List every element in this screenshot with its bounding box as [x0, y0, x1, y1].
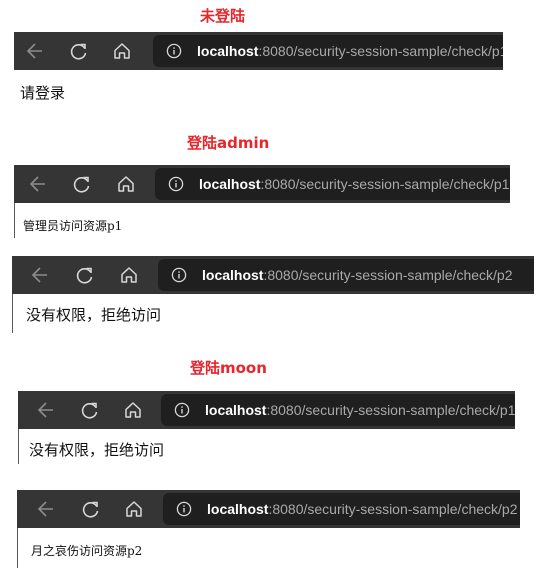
- url-host: localhost: [202, 267, 264, 283]
- page-body-text-5: 月之哀伤访问资源p2: [31, 544, 143, 558]
- page-content-5: 月之哀伤访问资源p2: [17, 528, 520, 568]
- address-url: localhost:8080/security-session-sample/c…: [197, 42, 503, 60]
- browser-toolbar-3: localhost:8080/security-session-sample/c…: [12, 256, 534, 294]
- address-bar[interactable]: localhost:8080/security-session-sample/c…: [155, 168, 510, 200]
- browser-toolbar-1: localhost:8080/security-session-sample/c…: [14, 32, 503, 70]
- browser-toolbar-4: localhost:8080/security-session-sample/c…: [18, 391, 515, 429]
- section-heading-not-logged-in: 未登陆: [200, 7, 246, 25]
- home-icon[interactable]: [123, 499, 145, 519]
- address-url: localhost:8080/security-session-sample/c…: [205, 401, 515, 419]
- section-heading-admin: 登陆admin: [187, 134, 270, 152]
- browser-toolbar-5: localhost:8080/security-session-sample/c…: [17, 490, 520, 528]
- home-icon[interactable]: [118, 265, 140, 285]
- reload-icon[interactable]: [79, 400, 101, 420]
- url-path: :8080/security-session-sample/check/p1: [266, 402, 515, 418]
- url-host: localhost: [199, 176, 261, 192]
- url-host: localhost: [205, 402, 267, 418]
- page-body-text-3: 没有权限，拒绝访问: [26, 306, 162, 324]
- page-body-text-2: 管理员访问资源p1: [23, 219, 123, 233]
- back-arrow-icon[interactable]: [29, 265, 51, 285]
- home-icon[interactable]: [122, 400, 144, 420]
- info-icon[interactable]: [174, 402, 190, 418]
- reload-icon[interactable]: [80, 499, 102, 519]
- page-body-text-4: 没有权限，拒绝访问: [29, 441, 165, 459]
- url-path: :8080/security-session-sample/check/p1: [258, 43, 503, 59]
- page-content-3: 没有权限，拒绝访问: [12, 294, 534, 333]
- back-arrow-icon[interactable]: [24, 41, 46, 61]
- address-bar[interactable]: localhost:8080/security-session-sample/c…: [163, 493, 520, 525]
- info-icon[interactable]: [168, 176, 184, 192]
- address-bar[interactable]: localhost:8080/security-session-sample/c…: [161, 394, 515, 426]
- url-host: localhost: [207, 501, 269, 517]
- reload-icon[interactable]: [71, 174, 93, 194]
- url-path: :8080/security-session-sample/check/p1: [260, 176, 510, 192]
- address-bar[interactable]: localhost:8080/security-session-sample/c…: [153, 35, 503, 67]
- info-icon[interactable]: [171, 267, 187, 283]
- address-bar[interactable]: localhost:8080/security-session-sample/c…: [158, 259, 534, 291]
- url-path: :8080/security-session-sample/check/p2: [263, 267, 513, 283]
- address-url: localhost:8080/security-session-sample/c…: [207, 500, 517, 518]
- address-url: localhost:8080/security-session-sample/c…: [202, 266, 512, 284]
- home-icon[interactable]: [115, 174, 137, 194]
- section-heading-moon: 登陆moon: [190, 359, 267, 377]
- page-content-2: 管理员访问资源p1: [14, 203, 510, 238]
- url-host: localhost: [197, 43, 259, 59]
- back-arrow-icon[interactable]: [35, 499, 57, 519]
- address-url: localhost:8080/security-session-sample/c…: [199, 175, 509, 193]
- info-icon[interactable]: [176, 501, 192, 517]
- info-icon[interactable]: [166, 43, 182, 59]
- reload-icon[interactable]: [68, 41, 90, 61]
- page-body-text-1: 请登录: [20, 84, 66, 102]
- reload-icon[interactable]: [74, 265, 96, 285]
- url-path: :8080/security-session-sample/check/p2: [268, 501, 518, 517]
- home-icon[interactable]: [111, 41, 133, 61]
- back-arrow-icon[interactable]: [35, 400, 57, 420]
- back-arrow-icon[interactable]: [27, 174, 49, 194]
- browser-toolbar-2: localhost:8080/security-session-sample/c…: [14, 165, 510, 203]
- page-content-4: 没有权限，拒绝访问: [18, 429, 515, 464]
